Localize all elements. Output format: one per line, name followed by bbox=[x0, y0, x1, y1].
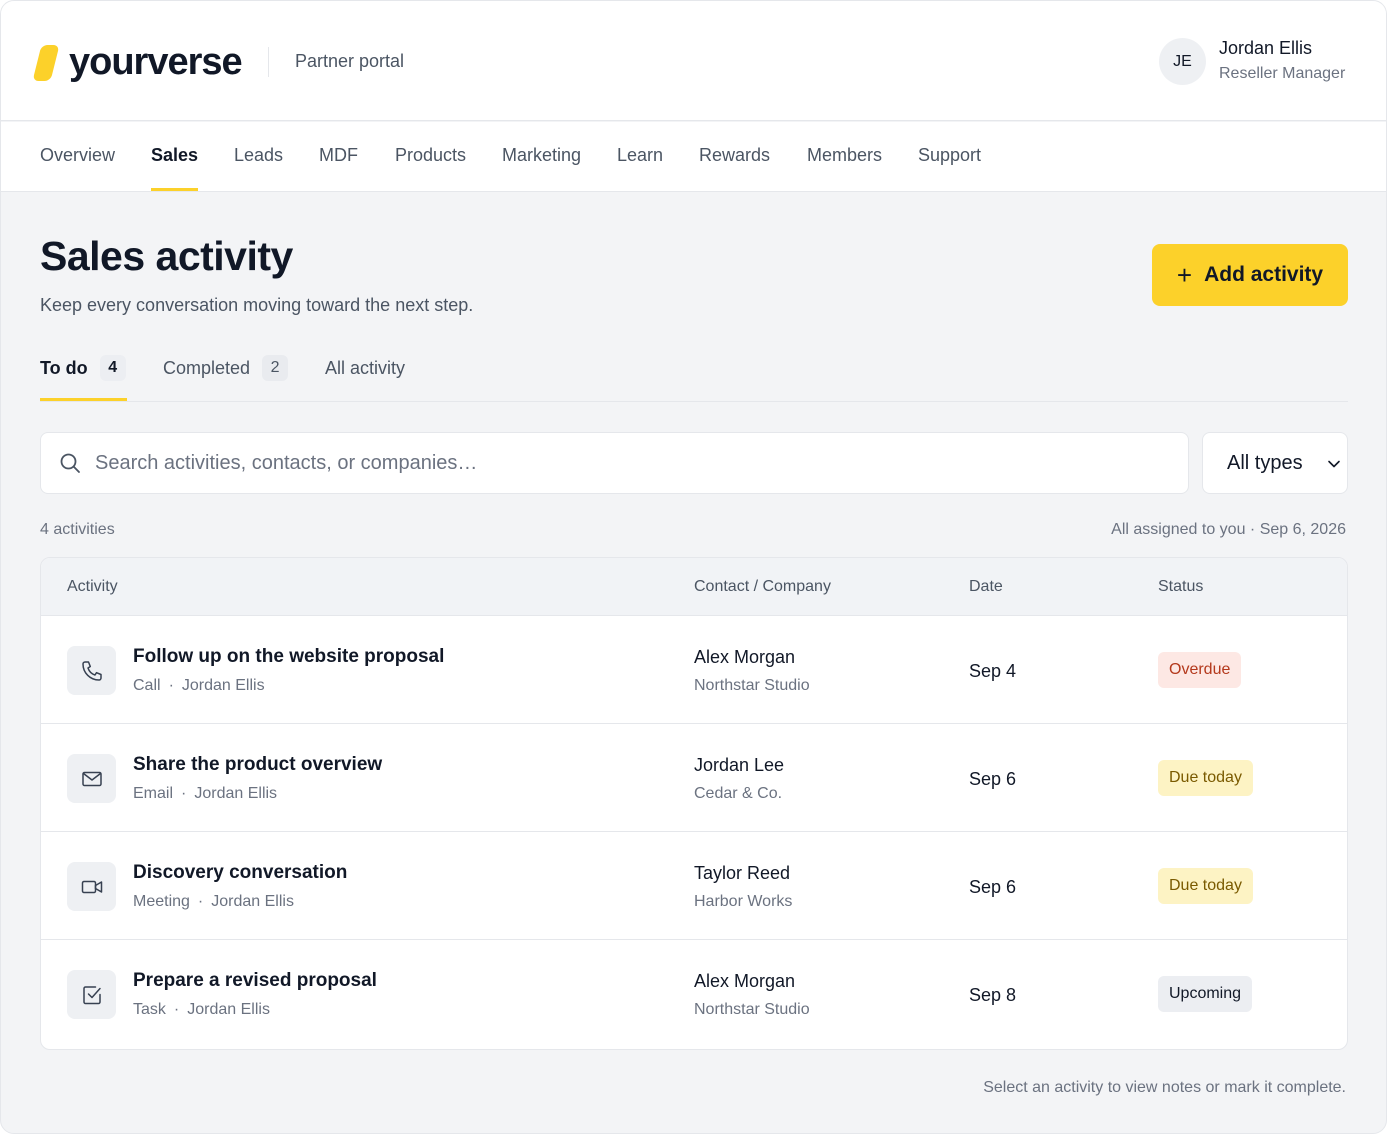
activity-owner: Jordan Ellis bbox=[187, 1001, 270, 1018]
company-name: Northstar Studio bbox=[694, 677, 810, 694]
activity-meta: Task · Jordan Ellis bbox=[133, 1001, 270, 1018]
header-divider bbox=[268, 47, 269, 77]
nav-item-mdf[interactable]: MDF bbox=[319, 145, 358, 166]
contact-name: Alex Morgan bbox=[694, 647, 796, 667]
activity-title[interactable]: Follow up on the website proposal bbox=[133, 646, 444, 668]
type-filter-select[interactable]: All types bbox=[1202, 432, 1348, 494]
add-activity-button[interactable]: + Add activity bbox=[1152, 244, 1348, 306]
brand-logo[interactable]: yourverse bbox=[32, 41, 243, 84]
status-badge: Due today bbox=[1158, 868, 1253, 904]
activity-meta: Meeting · Jordan Ellis bbox=[133, 893, 294, 910]
nav-active-indicator bbox=[151, 188, 198, 191]
nav-item-leads[interactable]: Leads bbox=[234, 145, 283, 166]
activity-title[interactable]: Discovery conversation bbox=[133, 862, 347, 884]
activity-type-icon bbox=[67, 646, 116, 695]
nav-item-overview[interactable]: Overview bbox=[40, 145, 115, 166]
activity-owner: Jordan Ellis bbox=[181, 677, 265, 694]
activity-table: Activity Contact / Company Date Status F… bbox=[40, 557, 1348, 1050]
app-frame: yourverse Partner portal JE Jordan Ellis… bbox=[0, 0, 1387, 1134]
nav-item-sales[interactable]: Sales bbox=[151, 145, 198, 166]
chevron-down-icon bbox=[1328, 460, 1340, 468]
contact-name: Alex Morgan bbox=[694, 971, 796, 991]
company-name: Harbor Works bbox=[694, 893, 793, 910]
status-badge: Due today bbox=[1158, 760, 1253, 796]
avatar-initials: JE bbox=[1173, 52, 1192, 70]
table-row[interactable]: Prepare a revised proposal Task · Jordan E… bbox=[41, 940, 1347, 1048]
tab-label: All activity bbox=[325, 357, 406, 378]
activity-owner: Jordan Ellis bbox=[211, 893, 294, 910]
contact-name: Taylor Reed bbox=[694, 863, 791, 883]
tab-completed[interactable]: Completed 2 bbox=[163, 353, 289, 383]
nav-item-members[interactable]: Members bbox=[807, 145, 882, 166]
video-icon bbox=[81, 880, 102, 893]
footer-hint: Select an activity to view notes or mark… bbox=[983, 1079, 1346, 1096]
company-name: Northstar Studio bbox=[694, 1001, 810, 1018]
table-row[interactable]: Share the product overview Email · Jordan … bbox=[41, 724, 1347, 832]
contact-name: Jordan Lee bbox=[694, 755, 785, 775]
logo-mark-icon bbox=[32, 44, 60, 81]
status-badge: Upcoming bbox=[1158, 976, 1253, 1012]
nav-item-products[interactable]: Products bbox=[395, 145, 466, 166]
table-row[interactable]: Discovery conversation Meeting · Jordan El… bbox=[41, 832, 1347, 940]
activity-type: Call bbox=[133, 677, 161, 694]
assignment-meta: All assigned to you · Sep 6, 2026 bbox=[1111, 521, 1346, 538]
user-role: Reseller Manager bbox=[1219, 65, 1346, 82]
table-header: Activity Contact / Company Date Status bbox=[41, 558, 1347, 616]
activity-date: Sep 6 bbox=[969, 877, 1017, 897]
phone-icon bbox=[81, 660, 102, 681]
checkbox-icon bbox=[82, 985, 101, 1004]
tab-all-activity[interactable]: All activity bbox=[325, 353, 405, 383]
page-title: Sales activity bbox=[40, 233, 293, 279]
portal-label: Partner portal bbox=[295, 51, 405, 71]
activity-owner: Jordan Ellis bbox=[194, 785, 278, 802]
table-row[interactable]: Follow up on the website proposal Call · J… bbox=[41, 616, 1347, 724]
activity-title[interactable]: Share the product overview bbox=[133, 754, 382, 776]
activity-type-icon bbox=[67, 862, 116, 911]
tabs-divider bbox=[40, 401, 1348, 402]
avatar[interactable]: JE bbox=[1159, 38, 1206, 85]
add-activity-label: Add activity bbox=[1204, 263, 1324, 286]
search-icon bbox=[60, 453, 80, 473]
top-bar: yourverse Partner portal JE Jordan Ellis… bbox=[1, 1, 1386, 121]
activity-title[interactable]: Prepare a revised proposal bbox=[133, 970, 377, 992]
activity-date: Sep 8 bbox=[969, 985, 1017, 1005]
main-nav: Overview Sales Leads MDF Products Market… bbox=[1, 122, 1386, 192]
tab-to-do[interactable]: To do 4 bbox=[40, 353, 126, 383]
column-header-date: Date bbox=[969, 578, 1003, 595]
plus-icon: + bbox=[1176, 260, 1193, 290]
nav-item-rewards[interactable]: Rewards bbox=[699, 145, 770, 166]
mail-icon bbox=[81, 771, 102, 786]
activity-type: Email bbox=[133, 785, 174, 802]
brand-name: yourverse bbox=[69, 41, 243, 83]
company-name: Cedar & Co. bbox=[694, 785, 783, 802]
activity-date: Sep 6 bbox=[969, 769, 1017, 789]
nav-item-learn[interactable]: Learn bbox=[617, 145, 663, 166]
activity-type: Meeting bbox=[133, 893, 190, 910]
column-header-contact: Contact / Company bbox=[694, 578, 831, 595]
type-filter-value: All types bbox=[1227, 452, 1303, 474]
tab-label: To do bbox=[40, 357, 88, 378]
column-header-status: Status bbox=[1158, 578, 1204, 595]
activity-meta: Email · Jordan Ellis bbox=[133, 785, 278, 802]
activity-meta: Call · Jordan Ellis bbox=[133, 677, 265, 694]
activity-type: Task bbox=[133, 1001, 166, 1018]
activity-count: 4 activities bbox=[40, 521, 115, 538]
activity-type-icon bbox=[67, 754, 116, 803]
user-name[interactable]: Jordan Ellis bbox=[1219, 38, 1312, 59]
activity-date: Sep 4 bbox=[969, 661, 1017, 681]
column-header-activity: Activity bbox=[67, 578, 118, 595]
search-input[interactable] bbox=[95, 433, 1175, 493]
tab-label: Completed bbox=[163, 357, 251, 378]
page-subtitle: Keep every conversation moving toward th… bbox=[40, 295, 474, 315]
tab-count: 4 bbox=[99, 355, 126, 381]
nav-item-marketing[interactable]: Marketing bbox=[502, 145, 581, 166]
status-badge: Overdue bbox=[1158, 652, 1242, 688]
nav-item-support[interactable]: Support bbox=[918, 145, 981, 166]
tab-count: 2 bbox=[262, 355, 289, 381]
search-box bbox=[40, 432, 1189, 494]
activity-type-icon bbox=[67, 970, 116, 1019]
